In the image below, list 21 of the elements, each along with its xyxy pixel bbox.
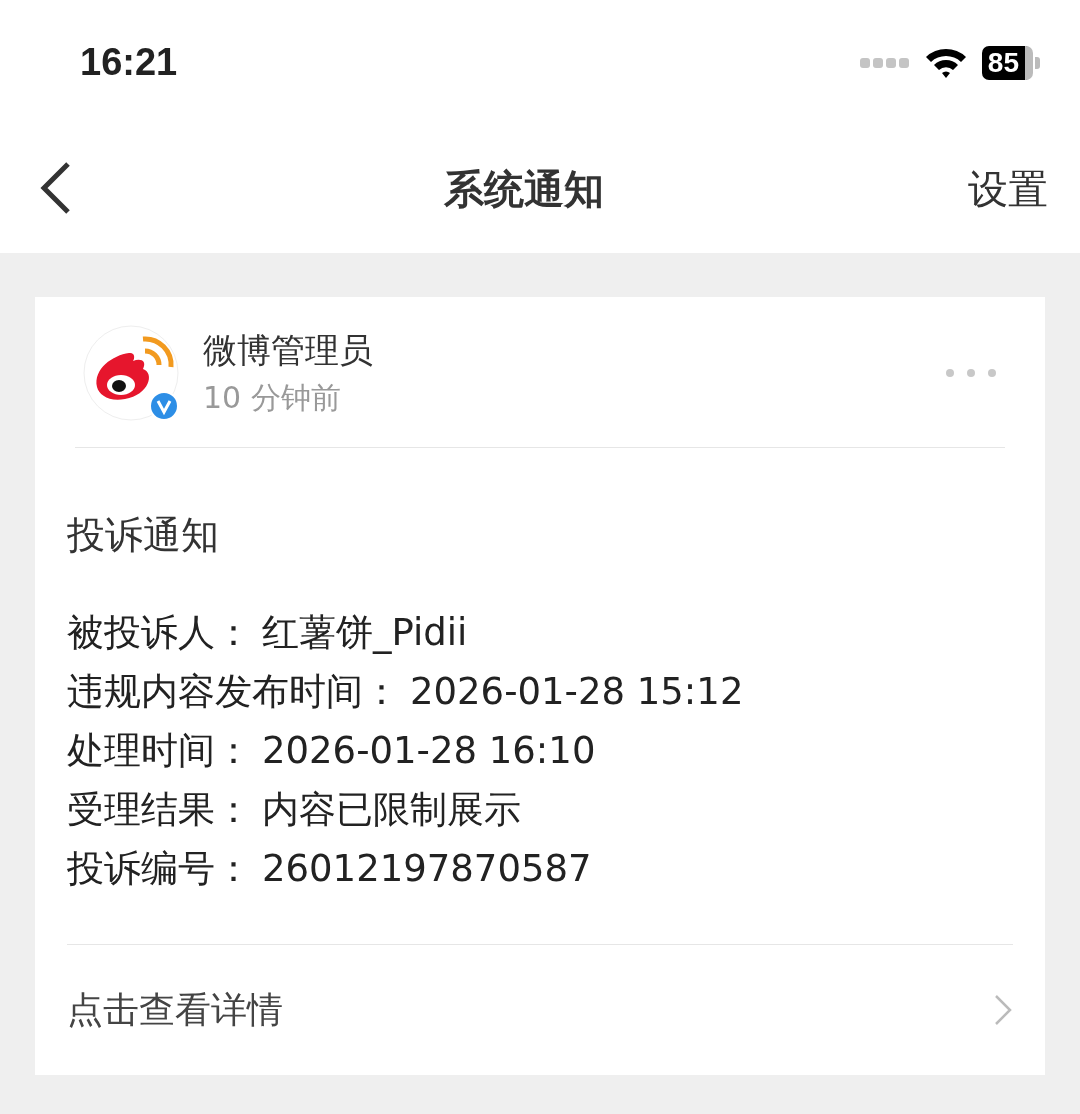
view-details-text: 点击查看详情 bbox=[67, 987, 283, 1032]
detail-value: 内容已限制展示 bbox=[262, 788, 521, 831]
detail-label: 处理时间： bbox=[67, 729, 252, 772]
detail-value: 红薯饼_Pidii bbox=[262, 611, 468, 654]
clock: 16:21 bbox=[80, 41, 178, 84]
settings-button[interactable]: 设置 bbox=[968, 161, 1048, 217]
detail-label: 被投诉人： bbox=[67, 611, 252, 654]
sender-name: 微博管理员 bbox=[203, 328, 374, 372]
timestamp: 10 分钟前 bbox=[203, 378, 342, 417]
detail-value: 2026-01-28 15:12 bbox=[410, 670, 744, 713]
detail-value: 2026-01-28 16:10 bbox=[262, 729, 596, 772]
notice-heading: 投诉通知 bbox=[67, 512, 220, 559]
view-details-link[interactable]: 点击查看详情 bbox=[67, 944, 1013, 1075]
chevron-icon bbox=[993, 993, 1013, 1027]
detail-value: 26012197870587 bbox=[262, 847, 592, 890]
signal-icon bbox=[859, 56, 910, 69]
detail-label: 投诉编号： bbox=[67, 847, 252, 890]
avatar-icon bbox=[83, 325, 179, 421]
page-title: 系统通知 bbox=[444, 164, 604, 214]
detail-label: 违规内容发布时间： bbox=[67, 670, 400, 713]
detail-label: 受理结果： bbox=[67, 788, 252, 831]
